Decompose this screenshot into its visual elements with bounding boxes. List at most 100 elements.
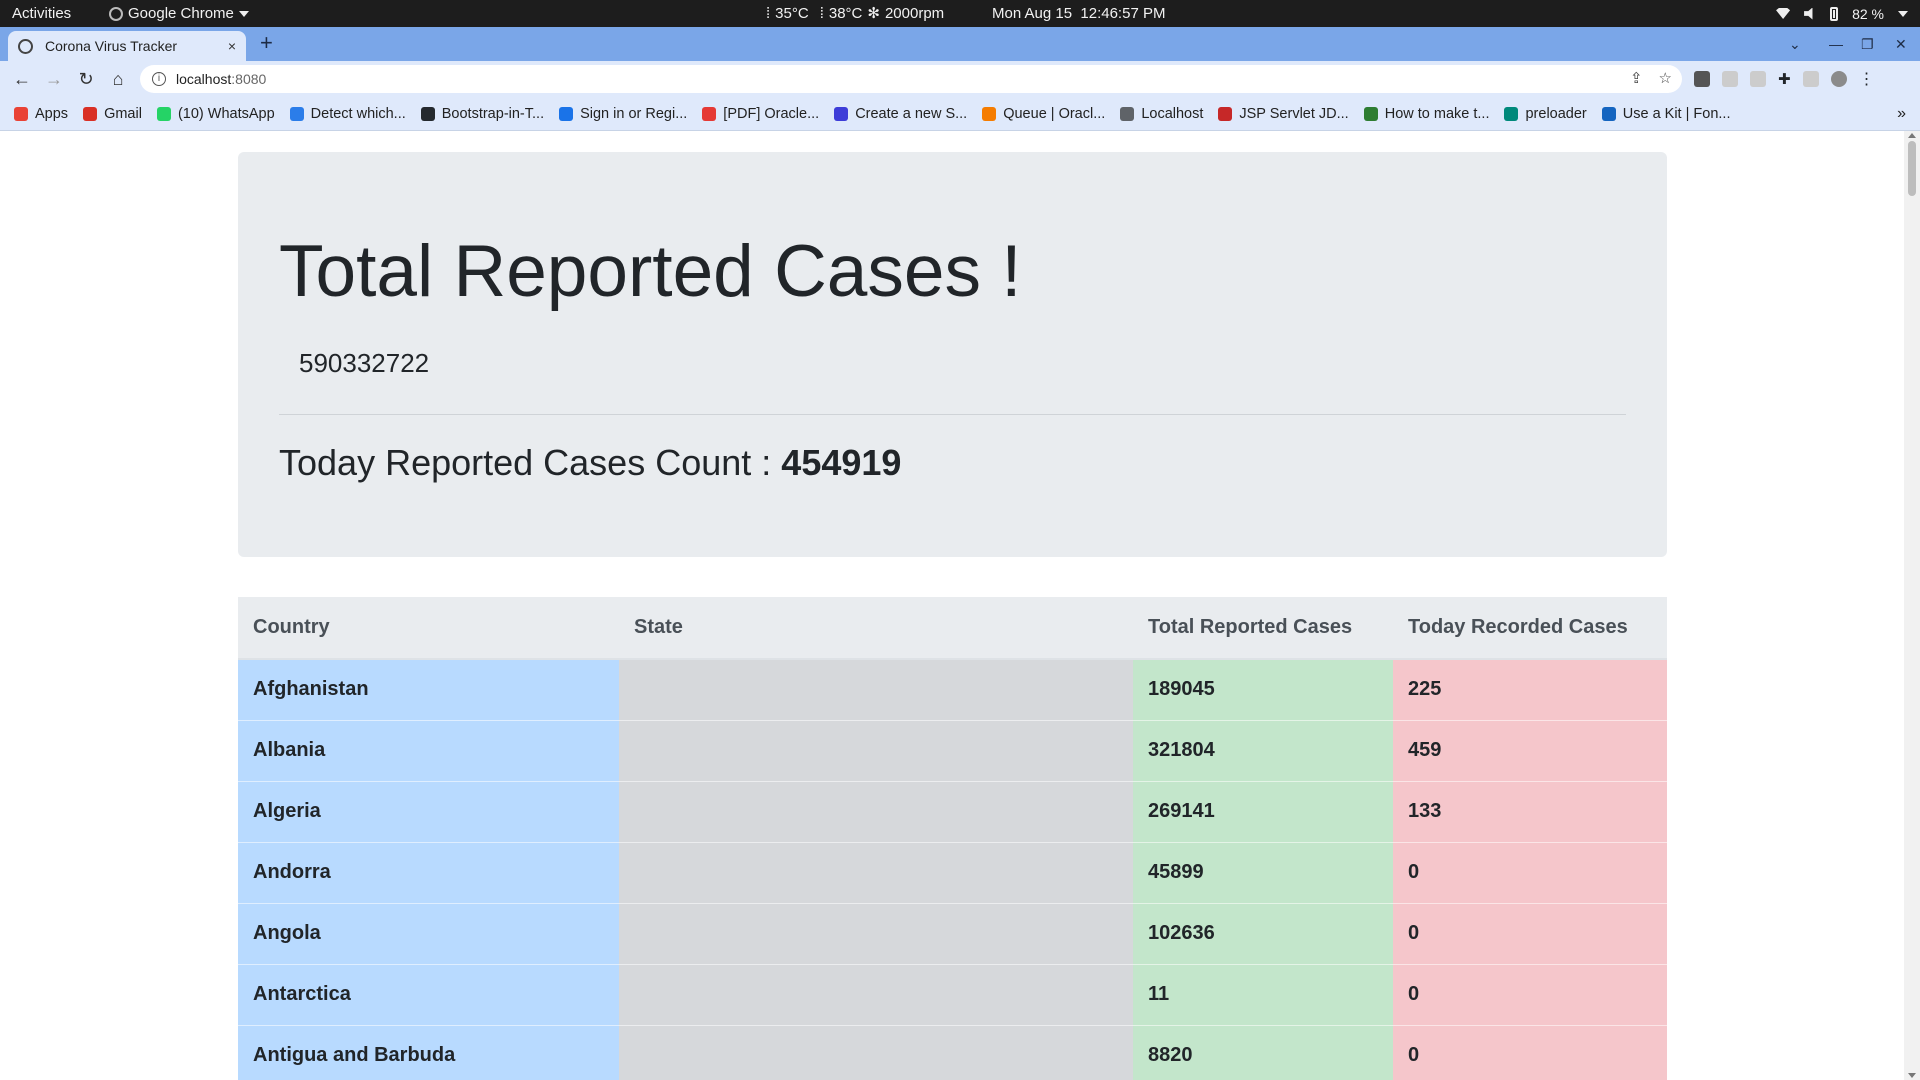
- bookmark-favicon-icon: [420, 106, 435, 121]
- bookmark-label: Localhost: [1141, 105, 1204, 122]
- chevron-down-icon: ⌄: [1789, 35, 1801, 52]
- cell-total-cases: 45899: [1133, 841, 1393, 903]
- cell-state: [619, 841, 1133, 903]
- temp2-label: 38°C: [828, 5, 863, 22]
- total-cases-value: 590332722: [299, 348, 430, 378]
- bookmark-item[interactable]: Bootstrap-in-T...: [420, 105, 545, 122]
- bookmark-item[interactable]: preloader: [1504, 106, 1587, 122]
- bookmark-item[interactable]: Localhost: [1120, 106, 1203, 122]
- extension-icon[interactable]: [1750, 71, 1766, 87]
- close-icon[interactable]: ×: [228, 38, 236, 54]
- page-viewport: Total Reported Cases ! 590332722 Today R…: [0, 131, 1904, 1080]
- kebab-menu-icon[interactable]: ⋮: [1859, 69, 1875, 89]
- sensor-indicators[interactable]: ⁞ 35°C ⁞ 38°C ✻ 2000rpm: [766, 0, 944, 27]
- extension-icon[interactable]: [1722, 71, 1738, 87]
- home-icon[interactable]: ⌂: [102, 69, 134, 90]
- url-host: localhost: [176, 71, 232, 87]
- new-tab-button[interactable]: +: [260, 30, 273, 56]
- window-close-button[interactable]: ✕: [1895, 27, 1907, 61]
- scroll-down-icon[interactable]: [1908, 1073, 1916, 1078]
- bookmark-label: Sign in or Regi...: [580, 105, 688, 122]
- profile-avatar[interactable]: [1830, 71, 1847, 87]
- header-state: State: [619, 597, 1133, 660]
- cell-country: Afghanistan: [238, 658, 619, 720]
- forward-arrow-icon[interactable]: →: [38, 69, 70, 90]
- cell-total-cases: 189045: [1133, 658, 1393, 720]
- system-menu[interactable]: 82 %: [1776, 0, 1908, 27]
- cell-country: Antigua and Barbuda: [238, 1024, 619, 1080]
- bookmark-label: Bootstrap-in-T...: [441, 105, 545, 122]
- cell-state: [619, 658, 1133, 720]
- bookmark-item[interactable]: Use a Kit | Fon...: [1601, 106, 1730, 122]
- tab-search-button[interactable]: ⌄: [1789, 27, 1801, 61]
- bookmark-label: Detect which...: [310, 105, 406, 122]
- bookmark-item[interactable]: JSP Servlet JD...: [1218, 106, 1349, 122]
- clock[interactable]: Mon Aug 15 12:46:57 PM: [992, 0, 1165, 27]
- bookmark-label: Gmail: [104, 105, 142, 122]
- cell-today-cases: 459: [1393, 719, 1667, 781]
- address-bar[interactable]: i localhost:8080 ⇪ ☆: [140, 65, 1682, 93]
- reload-icon[interactable]: ↻: [70, 69, 102, 90]
- cell-total-cases: 269141: [1133, 780, 1393, 842]
- header-country: Country: [238, 597, 619, 660]
- bookmark-favicon-icon: [1601, 106, 1616, 121]
- bookmark-favicon-icon: [156, 106, 171, 121]
- divider: [279, 414, 1626, 415]
- bookmark-favicon-icon: [1504, 106, 1519, 121]
- bookmark-favicon-icon: [559, 106, 574, 121]
- puzzle-icon[interactable]: ✚: [1778, 70, 1791, 88]
- bookmark-item[interactable]: (10) WhatsApp: [156, 105, 275, 122]
- bookmark-item[interactable]: [PDF] Oracle...: [702, 106, 819, 122]
- cell-country: Andorra: [238, 841, 619, 903]
- cell-total-cases: 102636: [1133, 902, 1393, 964]
- header-today-cases: Today Recorded Cases: [1393, 597, 1667, 660]
- bookmark-item[interactable]: Create a new S...: [834, 106, 967, 122]
- navigation-bar: ← → ↻ ⌂ i localhost:8080 ⇪ ☆: [0, 61, 1920, 97]
- scrollbar-thumb[interactable]: [1908, 141, 1916, 196]
- restore-button[interactable]: ❐: [1861, 27, 1874, 61]
- bookmark-item[interactable]: Queue | Oracl...: [982, 106, 1105, 122]
- bookmark-label: Queue | Oracl...: [1003, 105, 1106, 122]
- bookmark-item[interactable]: Sign in or Regi...: [559, 106, 687, 122]
- cell-today-cases: 0: [1393, 963, 1667, 1025]
- activities-button[interactable]: Activities: [12, 0, 71, 27]
- header-total-cases: Total Reported Cases: [1133, 597, 1393, 660]
- close-icon: ✕: [1895, 35, 1907, 52]
- bookmark-item[interactable]: Gmail: [83, 106, 142, 122]
- share-icon[interactable]: ⇪: [1630, 69, 1643, 87]
- page-title: Total Reported Cases !: [279, 231, 1022, 312]
- globe-icon: [18, 38, 33, 54]
- bookmark-item[interactable]: Apps: [14, 106, 68, 122]
- vertical-scrollbar[interactable]: [1904, 131, 1920, 1080]
- table-row: Antarctica 11 0: [238, 963, 1667, 1025]
- clock-label: Mon Aug 15 12:46:57 PM: [992, 5, 1166, 22]
- bookmark-favicon-icon: [289, 106, 304, 121]
- extension-icon[interactable]: [1694, 71, 1710, 87]
- fan-label: 2000rpm: [884, 5, 945, 22]
- cell-today-cases: 0: [1393, 841, 1667, 903]
- bookmark-item[interactable]: Detect which...: [289, 105, 406, 122]
- back-arrow-icon[interactable]: ←: [6, 69, 38, 90]
- side-panel-icon[interactable]: [1802, 71, 1819, 87]
- minimize-button[interactable]: —: [1829, 27, 1843, 61]
- volume-icon: [1804, 7, 1813, 20]
- bookmark-label: (10) WhatsApp: [177, 105, 275, 122]
- scroll-up-icon[interactable]: [1908, 133, 1916, 138]
- app-menu[interactable]: Google Chrome: [109, 0, 249, 27]
- bookmark-favicon-icon: [83, 106, 98, 121]
- table-header-row: Country State Total Reported Cases Today…: [238, 597, 1667, 660]
- extensions-area: ✚ ⋮: [1694, 61, 1875, 97]
- today-count-line: Today Reported Cases Count : 454919: [279, 442, 901, 484]
- table-row: Algeria 269141 133: [238, 780, 1667, 842]
- star-icon[interactable]: ☆: [1659, 69, 1672, 87]
- bookmark-item[interactable]: How to make t...: [1363, 106, 1489, 122]
- chrome-icon: [109, 6, 123, 21]
- cell-state: [619, 780, 1133, 842]
- app-name-label: Google Chrome: [128, 5, 234, 22]
- cell-state: [619, 963, 1133, 1025]
- info-icon[interactable]: i: [152, 72, 166, 86]
- tab-corona-tracker[interactable]: Corona Virus Tracker ×: [8, 31, 246, 61]
- wifi-icon: [1776, 8, 1791, 19]
- bookmarks-overflow-button[interactable]: »: [1897, 97, 1906, 131]
- system-top-bar: Activities Google Chrome ⁞ 35°C ⁞ 38°C ✻…: [0, 0, 1920, 27]
